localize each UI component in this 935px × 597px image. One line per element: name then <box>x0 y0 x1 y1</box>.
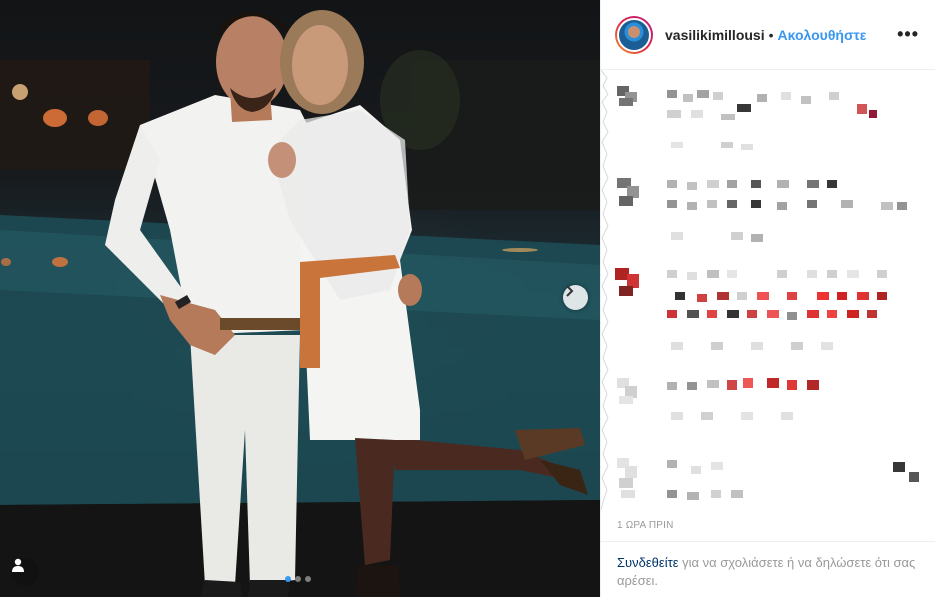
user-tag-button[interactable] <box>11 558 39 586</box>
more-options-icon[interactable]: ••• <box>897 24 919 45</box>
blurred-comment <box>617 378 819 420</box>
blurred-comment <box>617 86 877 150</box>
follow-button[interactable]: Ακολουθήστε <box>778 27 867 43</box>
post-timestamp[interactable]: 1 ΩΡΑ ΠΡΙΝ <box>617 520 674 531</box>
post-photo[interactable] <box>0 0 600 597</box>
carousel-dot <box>305 576 311 582</box>
username-link[interactable]: vasilikimillousi <box>665 27 765 43</box>
profile-picture <box>617 17 651 52</box>
login-link[interactable]: Συνδεθείτε <box>617 555 679 570</box>
carousel-dot-active <box>285 576 291 582</box>
person-icon <box>12 558 24 572</box>
blurred-comment <box>617 178 907 242</box>
next-slide-button[interactable] <box>563 285 588 310</box>
post-header: vasilikimillousi • Ακολουθήστε ••• <box>601 0 935 70</box>
post-side-panel: vasilikimillousi • Ακολουθήστε ••• 1 ΩΡΑ… <box>600 0 935 597</box>
comments-list[interactable] <box>601 70 935 510</box>
photo-scene <box>0 10 600 597</box>
avatar[interactable] <box>615 15 653 54</box>
carousel-dot <box>295 576 301 582</box>
chevron-right-icon <box>566 285 574 297</box>
separator: • <box>768 26 774 43</box>
blurred-comment <box>615 268 887 350</box>
login-prompt: Συνδεθείτε για να σχολιάσετε ή να δηλώσε… <box>601 541 935 597</box>
pixelated-comments <box>601 70 919 510</box>
blurred-comment <box>617 458 919 500</box>
carousel-indicator <box>285 576 311 582</box>
